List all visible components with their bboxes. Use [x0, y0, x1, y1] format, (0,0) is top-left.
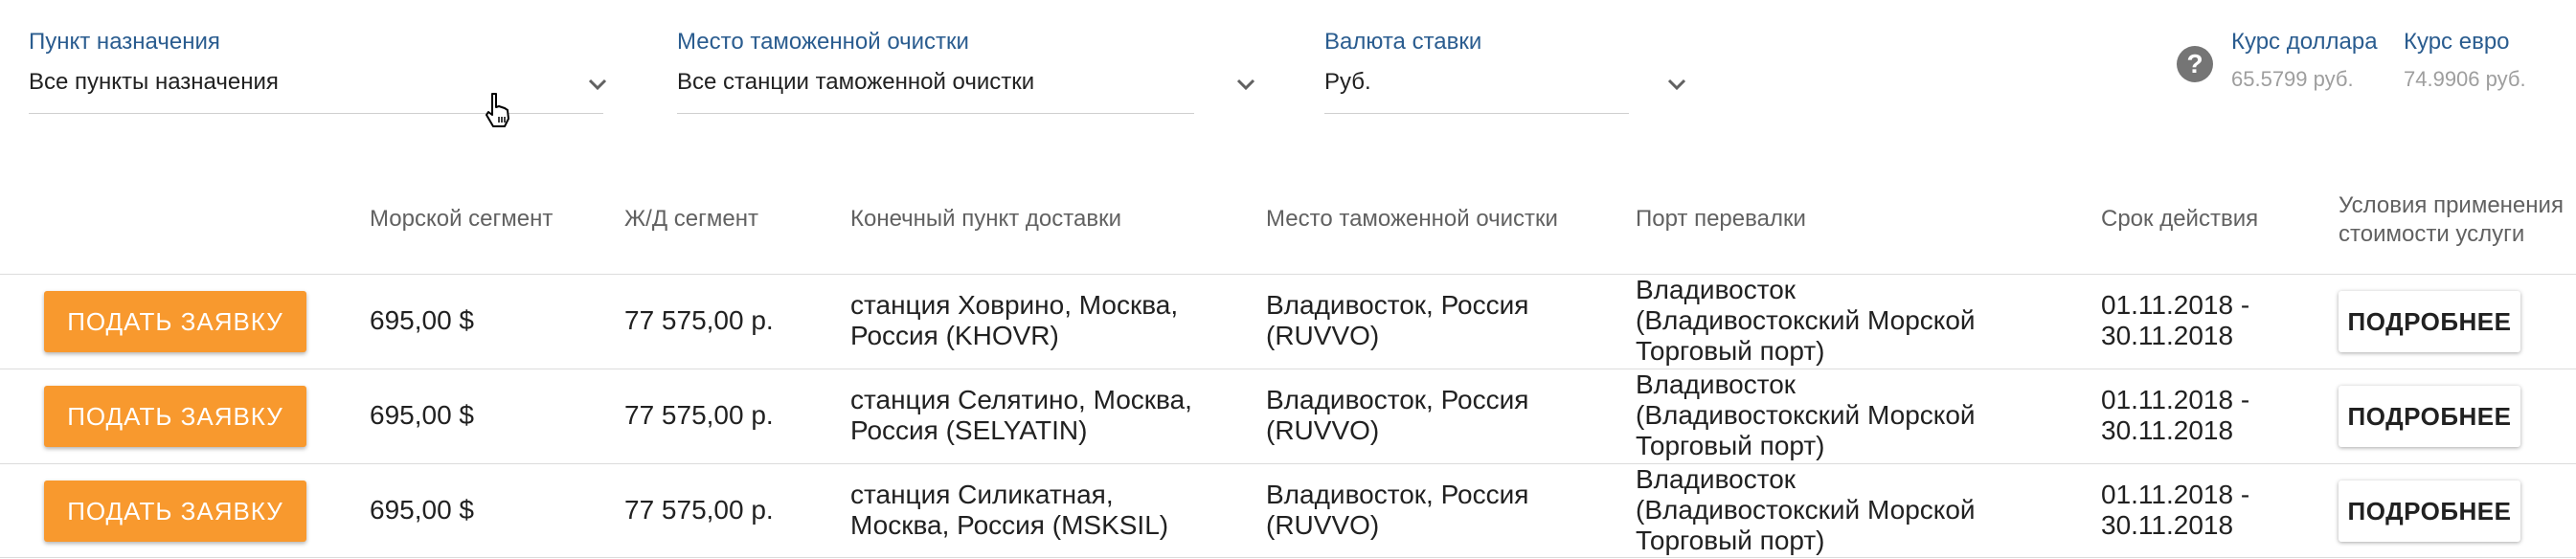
- usd-rate-label: Курс доллара: [2231, 29, 2378, 55]
- header-final: Конечный пункт доставки: [850, 206, 1121, 232]
- currency-filter-label: Валюта ставки: [1324, 29, 1482, 55]
- transshipment-port: Владивосток (Владивостокский Морской Тор…: [1636, 464, 1976, 555]
- header-sea: Морской сегмент: [370, 206, 554, 232]
- divider: [0, 557, 2576, 558]
- validity-period: 01.11.2018 - 30.11.2018: [2101, 290, 2250, 350]
- final-destination: станция Силикатная, Москва, Россия (MSKS…: [850, 480, 1169, 540]
- customs-place: Владивосток, Россия (RUVVO): [1266, 290, 1529, 350]
- details-button[interactable]: ПОДРОБНЕЕ: [2339, 291, 2520, 352]
- eur-rate: Курс евро 74.9906 руб.: [2404, 27, 2526, 92]
- apply-button[interactable]: ПОДАТЬ ЗАЯВКУ: [44, 481, 306, 542]
- customs-select-value: Все станции таможенной очистки: [677, 69, 1035, 95]
- details-button[interactable]: ПОДРОБНЕЕ: [2339, 481, 2520, 542]
- rail-cost: 77 575,00 р.: [624, 495, 774, 525]
- header-port: Порт перевалки: [1636, 206, 1806, 232]
- usd-rate: Курс доллара 65.5799 руб.: [2231, 27, 2378, 92]
- table-row: ПОДАТЬ ЗАЯВКУ 695,00 $ 77 575,00 р. стан…: [0, 464, 2576, 558]
- destination-filter[interactable]: Пункт назначения Все пункты назначения: [29, 27, 607, 114]
- final-destination: станция Ховрино, Москва, Россия (KHOVR): [850, 290, 1179, 350]
- chevron-down-icon[interactable]: [1231, 71, 1261, 98]
- customs-filter[interactable]: Место таможенной очистки Все станции там…: [677, 27, 1255, 114]
- eur-rate-label: Курс евро: [2404, 29, 2510, 55]
- header-validity: Срок действия: [2101, 206, 2259, 232]
- help-icon[interactable]: ?: [2177, 46, 2213, 82]
- header-customs: Место таможенной очистки: [1266, 206, 1558, 232]
- table-row: ПОДАТЬ ЗАЯВКУ 695,00 $ 77 575,00 р. стан…: [0, 369, 2576, 463]
- destination-select-value: Все пункты назначения: [29, 69, 279, 95]
- chevron-down-icon[interactable]: [582, 71, 613, 98]
- validity-period: 01.11.2018 - 30.11.2018: [2101, 385, 2250, 445]
- header-terms: Условия применения стоимости услуги: [2339, 192, 2564, 247]
- hand-cursor-icon: [486, 93, 509, 127]
- customs-place: Владивосток, Россия (RUVVO): [1266, 480, 1529, 540]
- eur-rate-value: 74.9906 руб.: [2404, 67, 2526, 91]
- apply-button[interactable]: ПОДАТЬ ЗАЯВКУ: [44, 386, 306, 447]
- final-destination: станция Селятино, Москва, Россия (SELYAT…: [850, 385, 1192, 445]
- destination-filter-label: Пункт назначения: [29, 29, 220, 55]
- transshipment-port: Владивосток (Владивостокский Морской Тор…: [1636, 275, 1976, 366]
- header-rail: Ж/Д сегмент: [624, 206, 758, 232]
- sea-cost: 695,00 $: [370, 495, 474, 525]
- usd-rate-value: 65.5799 руб.: [2231, 67, 2354, 91]
- customs-place: Владивосток, Россия (RUVVO): [1266, 385, 1529, 445]
- customs-select[interactable]: Все станции таможенной очистки: [677, 57, 1255, 114]
- details-button[interactable]: ПОДРОБНЕЕ: [2339, 386, 2520, 447]
- currency-select[interactable]: Руб.: [1324, 57, 1686, 114]
- sea-cost: 695,00 $: [370, 400, 474, 430]
- chevron-down-icon[interactable]: [1661, 71, 1692, 98]
- rail-cost: 77 575,00 р.: [624, 400, 774, 430]
- sea-cost: 695,00 $: [370, 305, 474, 335]
- currency-select-value: Руб.: [1324, 69, 1371, 95]
- apply-button[interactable]: ПОДАТЬ ЗАЯВКУ: [44, 291, 306, 352]
- customs-filter-label: Место таможенной очистки: [677, 29, 969, 55]
- currency-filter[interactable]: Валюта ставки Руб.: [1324, 27, 1707, 114]
- rail-cost: 77 575,00 р.: [624, 305, 774, 335]
- transshipment-port: Владивосток (Владивостокский Морской Тор…: [1636, 369, 1976, 460]
- table-row: ПОДАТЬ ЗАЯВКУ 695,00 $ 77 575,00 р. стан…: [0, 275, 2576, 369]
- destination-select[interactable]: Все пункты назначения: [29, 57, 607, 114]
- validity-period: 01.11.2018 - 30.11.2018: [2101, 480, 2250, 540]
